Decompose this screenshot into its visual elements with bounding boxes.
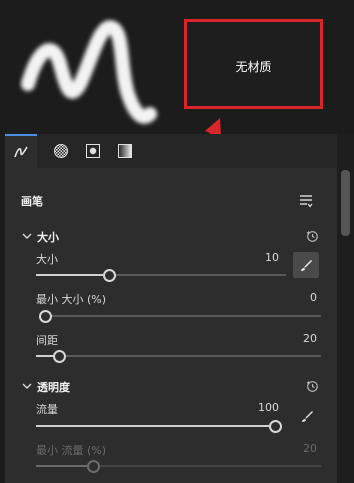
- min-size-slider[interactable]: [39, 310, 321, 323]
- opacity-section-title: 透明度: [37, 381, 70, 394]
- flow-value[interactable]: 100: [239, 401, 279, 414]
- scrollbar-thumb[interactable]: [341, 170, 350, 236]
- texture-icon: [54, 144, 68, 158]
- flow-label: 流量: [36, 403, 58, 416]
- size-slider-fill: [36, 274, 109, 276]
- size-section-chevron-icon[interactable]: [21, 230, 33, 242]
- size-slider[interactable]: [36, 269, 286, 282]
- min-flow-slider-handle: [87, 460, 100, 473]
- min-size-slider-handle[interactable]: [39, 310, 52, 323]
- flow-slider-fill: [36, 425, 275, 427]
- size-label: 大小: [36, 253, 58, 266]
- panel-menu-icon[interactable]: [297, 192, 315, 210]
- size-slider-handle[interactable]: [102, 269, 116, 282]
- no-material-box: 无材质: [184, 19, 323, 109]
- tab-texture[interactable]: [45, 134, 77, 168]
- spacing-value[interactable]: 20: [277, 332, 317, 345]
- min-flow-slider: [36, 460, 321, 473]
- pen-pressure-icon: [300, 259, 312, 271]
- spacing-slider-handle[interactable]: [52, 350, 66, 363]
- flow-pressure-toggle[interactable]: [298, 407, 316, 425]
- tab-brush-tip[interactable]: [5, 134, 37, 168]
- spacing-slider[interactable]: [36, 350, 321, 363]
- brush-preview-area: 无材质: [0, 0, 354, 132]
- tab-bar: [5, 134, 337, 168]
- size-value[interactable]: 10: [239, 251, 279, 264]
- mask-icon: [86, 144, 100, 158]
- spacing-label: 间距: [36, 334, 58, 347]
- size-section-title: 大小: [37, 231, 59, 244]
- pen-pressure-icon: [301, 410, 313, 422]
- brush-settings-panel: 画笔 大小 大小 10 最小 大小 (%) 0 间距 20 透明度 流量 100…: [5, 134, 337, 483]
- flow-slider-handle[interactable]: [269, 420, 282, 433]
- min-size-value[interactable]: 0: [277, 291, 317, 304]
- opacity-section-chevron-icon[interactable]: [21, 380, 33, 392]
- min-size-label: 最小 大小 (%): [36, 293, 107, 306]
- flow-slider[interactable]: [36, 420, 282, 433]
- min-flow-slider-fill: [36, 465, 93, 467]
- min-flow-label: 最小 流量 (%): [36, 444, 107, 457]
- opacity-reset-icon[interactable]: [305, 379, 319, 393]
- gradient-icon: [118, 144, 132, 158]
- panel-scrollbar[interactable]: [337, 134, 354, 483]
- tab-gradient[interactable]: [109, 134, 141, 168]
- min-flow-value: 20: [303, 442, 317, 455]
- size-reset-icon[interactable]: [305, 229, 319, 243]
- panel-title: 画笔: [21, 195, 43, 208]
- brush-stroke-preview: [21, 20, 157, 124]
- tab-mask[interactable]: [77, 134, 109, 168]
- size-pressure-toggle[interactable]: [293, 252, 319, 278]
- brush-tip-icon: [14, 146, 28, 158]
- no-material-label: 无材质: [235, 60, 272, 74]
